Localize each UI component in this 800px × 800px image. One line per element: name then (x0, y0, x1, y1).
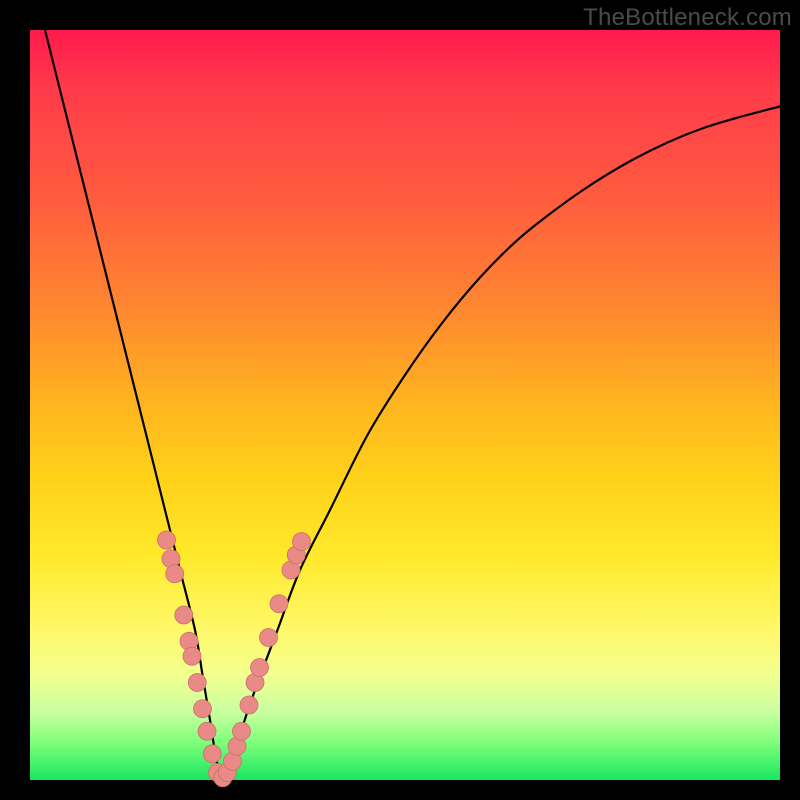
bottleneck-curve (45, 30, 780, 780)
curve-marker (203, 745, 221, 763)
curve-marker (188, 674, 206, 692)
curve-marker (251, 659, 269, 677)
curve-marker (240, 696, 258, 714)
watermark-text: TheBottleneck.com (583, 4, 792, 32)
curve-marker (194, 700, 212, 718)
curve-marker (270, 595, 288, 613)
curve-markers (158, 531, 311, 787)
curve-marker (233, 722, 251, 740)
curve-marker (158, 531, 176, 549)
curve-marker (198, 722, 216, 740)
curve-marker (175, 606, 193, 624)
curve-marker (293, 533, 311, 551)
chart-frame: TheBottleneck.com (0, 0, 800, 800)
curve-marker (260, 629, 278, 647)
curve-marker (166, 565, 184, 583)
curve-marker (183, 647, 201, 665)
plot-area (30, 30, 780, 780)
chart-svg (30, 30, 780, 780)
